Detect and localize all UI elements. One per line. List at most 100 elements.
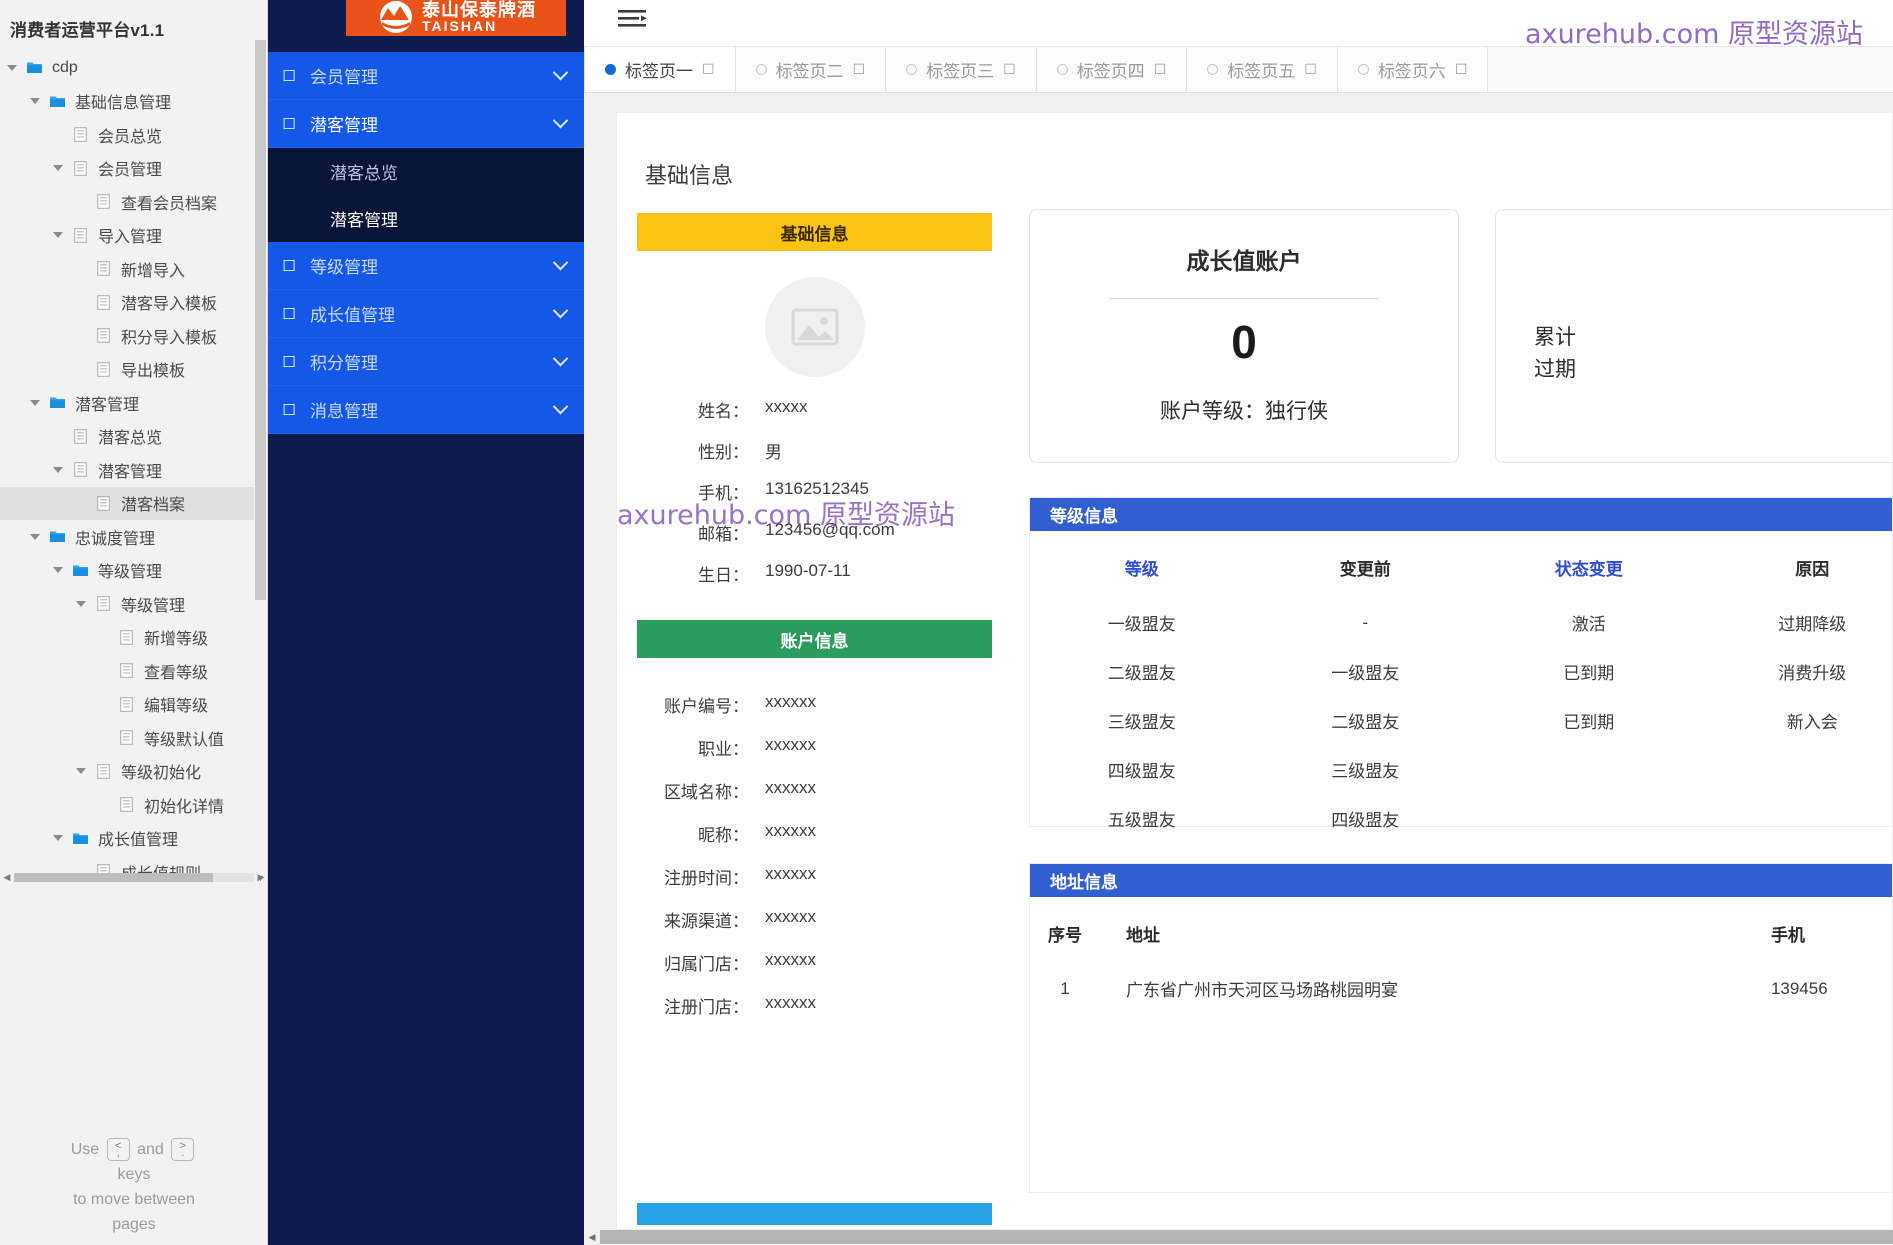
sitemap-node-label: 会员总览 (98, 128, 163, 146)
growth-value: 0 (1231, 316, 1257, 368)
field-value: xxxxxx (765, 993, 816, 1012)
folder-icon (69, 832, 91, 845)
sitemap-node-潜客管理[interactable]: 潜客管理 (0, 386, 267, 420)
close-icon[interactable]: ☐ (853, 61, 866, 78)
h-scroll-thumb[interactable] (14, 872, 214, 882)
close-icon[interactable]: ☐ (1003, 61, 1016, 78)
tab-status-dot (906, 64, 918, 75)
chevron-left-icon[interactable]: ◀ (0, 870, 14, 884)
sitemap-node-会员总览[interactable]: 会员总览 (0, 118, 267, 152)
chevron-down-icon[interactable] (536, 350, 584, 367)
caret-down-icon[interactable] (46, 232, 69, 239)
sitemap-node-成长值管理[interactable]: 成长值管理 (0, 822, 267, 856)
sitemap-node-潜客导入模板[interactable]: 潜客导入模板 (0, 286, 267, 320)
tab-status-dot (1357, 64, 1369, 75)
tab-标签页三[interactable]: 标签页三 ☐ (886, 47, 1037, 92)
sitemap-vertical-scrollbar[interactable]: ▼ (254, 40, 267, 885)
sitemap-node-潜客档案[interactable]: 潜客档案 (0, 486, 267, 520)
sitemap-node-label: 会员管理 (98, 162, 163, 180)
grade-info-card: 等级信息 等级 变更前 状态变更 原因 一级盟友 - 激活 过期降级 二级盟友 一级盟友 已到期 消费… (1029, 497, 1892, 830)
chevron-right-icon[interactable]: ▶ (254, 870, 267, 884)
sitemap-node-潜客总览[interactable]: 潜客总览 (0, 420, 267, 454)
tab-标签页六[interactable]: 标签页六 ☐ (1337, 47, 1489, 92)
tab-标签页二[interactable]: 标签页二 ☐ (735, 47, 887, 92)
field-value: xxxxxx (765, 950, 816, 969)
sitemap-node-查看等级[interactable]: 查看等级 (0, 654, 267, 688)
page-icon (115, 696, 137, 712)
tab-bar[interactable]: 标签页一 ☐ 标签页二 ☐ 标签页三 ☐ 标签页四 ☐ 标签页五 ☐ 标签页六 ☐ (584, 47, 1893, 93)
menu-collapse-icon[interactable] (616, 5, 650, 35)
page-icon (92, 194, 114, 210)
main-horizontal-scrollbar[interactable]: ◀ (584, 1229, 1893, 1245)
sitemap-node-导入管理[interactable]: 导入管理 (0, 219, 267, 253)
nav-item-等级管理[interactable]: ☐ 等级管理 (268, 242, 584, 290)
chevron-down-icon[interactable] (536, 64, 584, 81)
sitemap-tree[interactable]: cdp 基础信息管理会员总览会员管理查看会员档案 导入管理新增导入潜客导入模板 积分导… (0, 51, 267, 889)
main-h-scroll-thumb[interactable] (600, 1230, 1893, 1244)
nav-item-list[interactable]: ☐ 会员管理 ☐ 潜客管理 潜客总览 潜客管理 ☐ 等级管理 ☐ 成长值管理 ☐ 积分管理 ☐ 消息管理 (268, 52, 584, 434)
caret-down-icon[interactable] (46, 567, 69, 574)
caret-down-icon[interactable] (46, 466, 69, 473)
sitemap-node-忠诚度管理[interactable]: 忠诚度管理 (0, 520, 267, 554)
field-label: 性别： (698, 443, 749, 462)
sitemap-node-label: 新增导入 (121, 262, 186, 280)
sitemap-node-会员管理[interactable]: 会员管理 (0, 152, 267, 186)
tab-标签页一[interactable]: 标签页一 ☐ (584, 47, 736, 92)
tab-标签页四[interactable]: 标签页四 ☐ (1036, 47, 1188, 92)
sitemap-node-查看会员档案[interactable]: 查看会员档案 (0, 185, 267, 219)
sitemap-scroll-thumb[interactable] (255, 40, 266, 600)
sitemap-node-label: 潜客档案 (121, 497, 186, 515)
h-scroll-track[interactable] (14, 872, 254, 882)
chevron-down-icon[interactable] (536, 398, 584, 415)
sitemap-node-cdp[interactable]: cdp (0, 51, 267, 85)
nav-item-icon: ☐ (282, 115, 296, 133)
sitemap-horizontal-scrollbar[interactable]: ◀ ▶ (0, 869, 267, 885)
sitemap-node-潜客管理[interactable]: 潜客管理 (0, 453, 267, 487)
caret-down-icon[interactable] (46, 165, 69, 172)
caret-down-icon[interactable] (69, 768, 92, 775)
prev-page-key[interactable]: < , (106, 1138, 130, 1162)
chevron-left-icon[interactable]: ◀ (584, 1232, 600, 1243)
caret-down-icon[interactable] (23, 98, 46, 105)
nav-subitem-潜客总览[interactable]: 潜客总览 (268, 148, 584, 195)
field-label: 来源渠道： (664, 912, 749, 931)
caret-down-icon[interactable] (69, 600, 92, 607)
sitemap-node-等级初始化[interactable]: 等级初始化 (0, 755, 267, 789)
close-icon[interactable]: ☐ (1154, 61, 1167, 78)
chevron-down-icon[interactable] (536, 302, 584, 319)
table-cell: 消费升级 (1778, 664, 1847, 683)
field-label: 注册时间： (664, 869, 749, 888)
sitemap-node-label: 等级管理 (121, 597, 186, 615)
caret-down-icon[interactable] (23, 399, 46, 406)
chevron-down-icon[interactable] (536, 112, 584, 129)
caret-down-icon[interactable] (0, 64, 23, 71)
caret-down-icon[interactable] (46, 835, 69, 842)
sitemap-node-基础信息管理[interactable]: 基础信息管理 (0, 85, 267, 119)
nav-item-会员管理[interactable]: ☐ 会员管理 (268, 52, 584, 100)
sitemap-node-等级管理[interactable]: 等级管理 (0, 587, 267, 621)
chevron-down-icon[interactable] (536, 254, 584, 271)
close-icon[interactable]: ☐ (1455, 61, 1468, 78)
next-page-key[interactable]: > . (171, 1138, 195, 1162)
close-icon[interactable]: ☐ (1304, 61, 1317, 78)
page-icon (69, 127, 91, 143)
tab-标签页五[interactable]: 标签页五 ☐ (1187, 47, 1338, 92)
nav-subitem-潜客管理[interactable]: 潜客管理 (268, 195, 584, 242)
nav-item-消息管理[interactable]: ☐ 消息管理 (268, 386, 584, 434)
sitemap-node-新增等级[interactable]: 新增等级 (0, 621, 267, 655)
sitemap-node-积分导入模板[interactable]: 积分导入模板 (0, 319, 267, 353)
sitemap-node-导出模板[interactable]: 导出模板 (0, 353, 267, 387)
nav-item-成长值管理[interactable]: ☐ 成长值管理 (268, 290, 584, 338)
sitemap-node-编辑等级[interactable]: 编辑等级 (0, 688, 267, 722)
sitemap-node-等级默认值[interactable]: 等级默认值 (0, 721, 267, 755)
nav-item-潜客管理[interactable]: ☐ 潜客管理 (268, 100, 584, 148)
avatar (764, 277, 865, 377)
sitemap-node-新增导入[interactable]: 新增导入 (0, 252, 267, 286)
sitemap-node-等级管理[interactable]: 等级管理 (0, 554, 267, 588)
caret-down-icon[interactable] (23, 533, 46, 540)
sitemap-node-label: cdp (52, 58, 78, 76)
sitemap-node-初始化详情[interactable]: 初始化详情 (0, 788, 267, 822)
grade-table-header: 等级信息 (1030, 498, 1892, 531)
close-icon[interactable]: ☐ (702, 61, 715, 78)
nav-item-积分管理[interactable]: ☐ 积分管理 (268, 338, 584, 386)
